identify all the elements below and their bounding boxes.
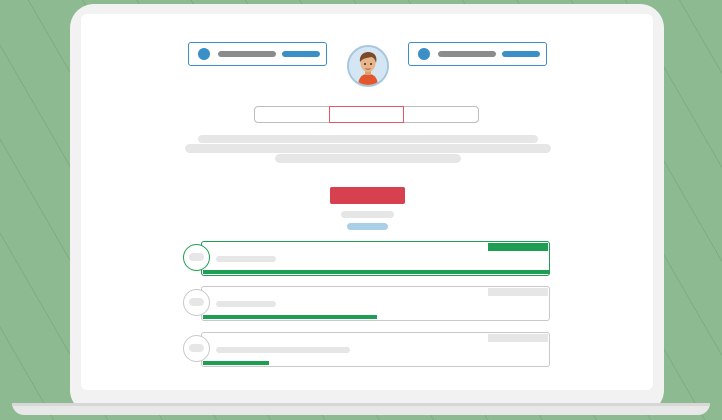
option-label-placeholder	[216, 347, 350, 353]
option-radio[interactable]	[183, 244, 210, 271]
option-progress-fill	[203, 361, 269, 365]
participant-name-placeholder	[218, 51, 276, 57]
primary-action-button[interactable]	[330, 187, 405, 204]
radio-label-placeholder	[189, 253, 204, 261]
link-placeholder[interactable]	[347, 223, 388, 230]
avatar-illustration	[349, 47, 387, 85]
description-line-2	[185, 144, 551, 153]
radio-label-placeholder	[189, 344, 204, 352]
segmented-tabs	[254, 106, 479, 123]
option-radio[interactable]	[183, 335, 210, 362]
participant-value-placeholder	[502, 51, 540, 57]
laptop-base-edge	[12, 403, 710, 406]
person-avatar-icon	[347, 45, 389, 87]
dot-icon	[198, 48, 210, 60]
option-card[interactable]	[201, 241, 550, 276]
dot-icon	[418, 48, 430, 60]
option-progress-track	[203, 270, 550, 274]
option-progress-fill	[203, 270, 550, 274]
option-tag	[488, 288, 548, 296]
tab-2[interactable]	[328, 106, 405, 123]
option-row[interactable]	[183, 241, 551, 277]
participant-name-placeholder	[438, 51, 496, 57]
option-progress-fill	[203, 315, 377, 319]
radio-label-placeholder	[189, 298, 204, 306]
right-participant-card[interactable]	[408, 42, 547, 66]
caption-placeholder	[341, 211, 394, 218]
left-participant-card[interactable]	[188, 42, 327, 66]
tab-1[interactable]	[255, 107, 329, 122]
description-line-3	[275, 154, 461, 163]
option-radio[interactable]	[183, 289, 210, 316]
option-label-placeholder	[216, 256, 276, 262]
option-tag	[488, 243, 548, 251]
option-tag	[488, 334, 548, 342]
option-label-placeholder	[216, 301, 276, 307]
tab-3[interactable]	[404, 107, 478, 122]
option-card[interactable]	[201, 332, 550, 367]
description-line-1	[198, 135, 538, 143]
option-progress-track	[203, 361, 550, 365]
option-row[interactable]	[183, 332, 551, 368]
app-screen	[81, 14, 653, 390]
option-card[interactable]	[201, 286, 550, 321]
participant-value-placeholder	[282, 51, 320, 57]
option-row[interactable]	[183, 286, 551, 322]
option-progress-track	[203, 315, 550, 319]
